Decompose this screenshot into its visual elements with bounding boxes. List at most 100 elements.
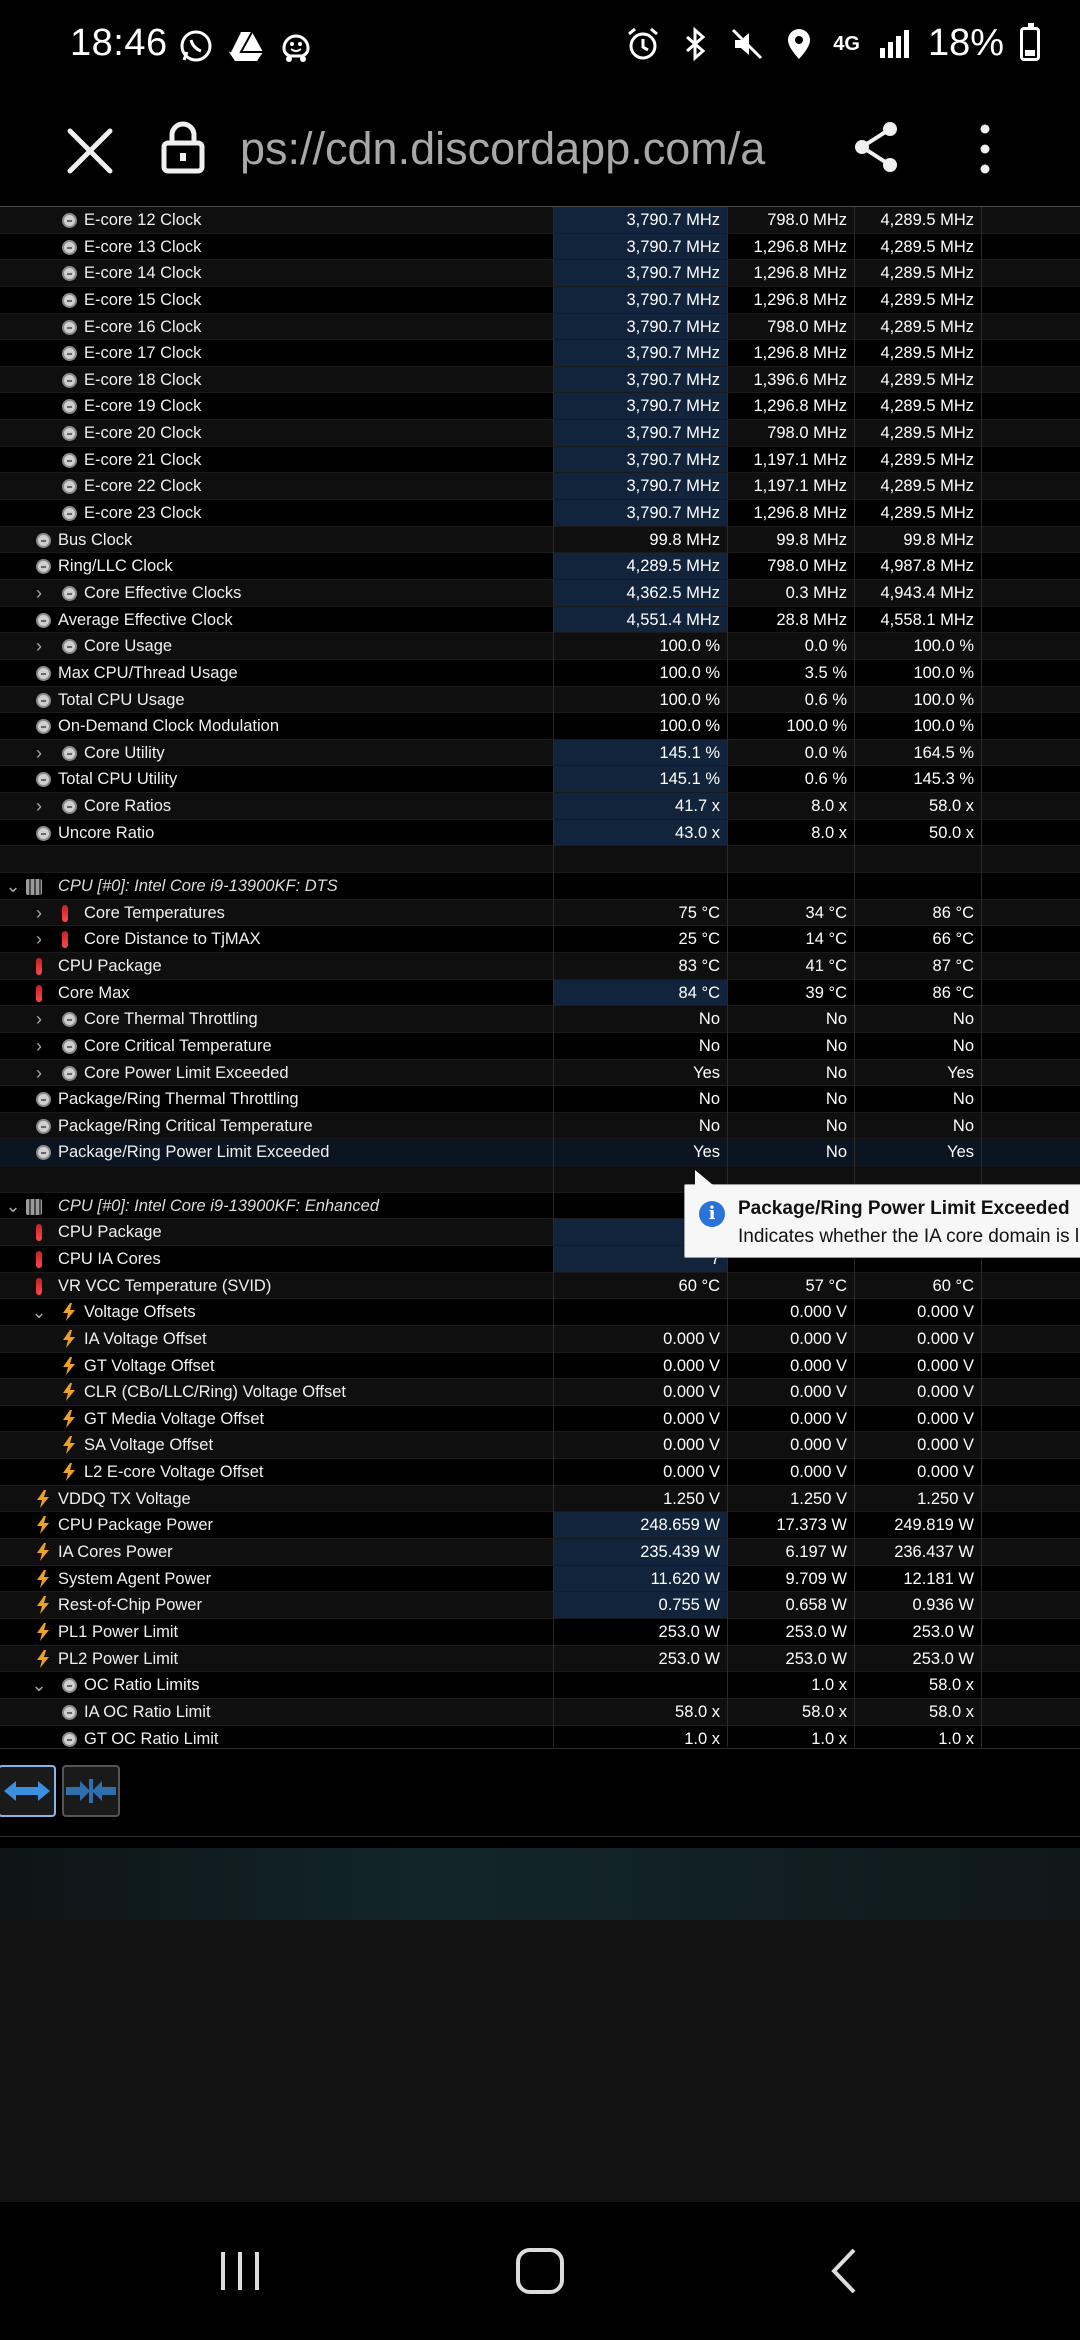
sensor-row[interactable]: Core Max 84 °C 39 °C 86 °C [0, 979, 1080, 1007]
chevron-right-icon[interactable]: › [30, 900, 48, 927]
chevron-down-icon[interactable]: ⌄ [30, 1299, 48, 1326]
maximum-value: No [952, 1036, 974, 1055]
lock-icon[interactable] [160, 119, 206, 175]
sensor-row[interactable]: › Core Critical Temperature No No No [0, 1032, 1080, 1060]
minimum-value: 6.197 W [785, 1543, 847, 1562]
sensor-row[interactable]: CPU Package Power 248.659 W 17.373 W 249.81… [0, 1512, 1080, 1540]
sensor-row[interactable]: CPU Package 83 °C 41 °C 87 °C [0, 952, 1080, 980]
minimum-value: 8.0 x [811, 823, 847, 842]
sensor-row[interactable]: E-core 16 Clock 3,790.7 MHz 798.0 MHz 4,289… [0, 313, 1080, 341]
sensor-row[interactable]: PL1 Power Limit 253.0 W 253.0 W 253.0 W [0, 1618, 1080, 1646]
chevron-right-icon[interactable]: › [30, 580, 48, 607]
minimum-value: 9.709 W [785, 1569, 847, 1588]
chevron-right-icon[interactable]: › [30, 1006, 48, 1033]
sensor-row[interactable]: › Core Utility 145.1 % 0.0 % 164.5 % [0, 739, 1080, 767]
sensor-row[interactable]: E-core 17 Clock 3,790.7 MHz 1,296.8 MHz 4,2… [0, 340, 1080, 367]
sensor-row[interactable]: E-core 20 Clock 3,790.7 MHz 798.0 MHz 4,289… [0, 420, 1080, 447]
sensor-row[interactable]: Max CPU/Thread Usage 100.0 % 3.5 % 100.0 % [0, 659, 1080, 687]
chevron-down-icon[interactable]: ⌄ [4, 1193, 22, 1220]
sensor-label: E-core 12 Clock [84, 211, 202, 229]
sensor-label: Core Distance to TjMAX [84, 930, 261, 949]
current-value: 100.0 % [659, 717, 720, 736]
sensor-row[interactable]: VDDQ TX Voltage 1.250 V 1.250 V 1.250 V [0, 1485, 1080, 1513]
maximum-value: 4,289.5 MHz [880, 317, 974, 336]
expand-columns-button[interactable] [0, 1765, 56, 1817]
chevron-right-icon[interactable]: › [30, 633, 48, 660]
share-icon[interactable] [852, 119, 902, 175]
sensor-row[interactable]: System Agent Power 11.620 W 9.709 W 12.181 … [0, 1565, 1080, 1593]
home-icon[interactable] [514, 2246, 566, 2296]
sensor-row[interactable]: Package/Ring Power Limit Exceeded Yes No Ye… [0, 1139, 1080, 1167]
sensor-row[interactable]: E-core 14 Clock 3,790.7 MHz 1,296.8 MHz 4,2… [0, 260, 1080, 287]
sensor-row[interactable]: Package/Ring Thermal Throttling No No No [0, 1086, 1080, 1113]
sensor-row[interactable]: › Core Thermal Throttling No No No [0, 1006, 1080, 1033]
current-value [553, 1299, 727, 1325]
minimum-value [727, 846, 854, 872]
sensor-label: Package/Ring Critical Temperature [58, 1116, 313, 1135]
sensor-row[interactable]: IA Voltage Offset 0.000 V 0.000 V 0.000 V [0, 1325, 1080, 1353]
sensor-row[interactable]: GT Media Voltage Offset 0.000 V 0.000 V 0.0… [0, 1405, 1080, 1433]
sensor-row[interactable]: E-core 22 Clock 3,790.7 MHz 1,197.1 MHz 4,2… [0, 473, 1080, 501]
sensor-row[interactable]: GT Voltage Offset 0.000 V 0.000 V 0.000 V [0, 1352, 1080, 1380]
current-value: 0.000 V [663, 1463, 720, 1482]
maximum-value: 86 °C [932, 983, 974, 1002]
sensor-row[interactable]: Uncore Ratio 43.0 x 8.0 x 50.0 x [0, 819, 1080, 847]
chevron-right-icon[interactable]: › [30, 793, 48, 820]
maximum-value: 249.819 W [894, 1516, 974, 1535]
maximum-value: 4,289.5 MHz [880, 290, 974, 309]
sensor-row[interactable]: › Core Distance to TjMAX 25 °C 14 °C 66 °C [0, 926, 1080, 953]
chevron-right-icon[interactable]: › [30, 740, 48, 767]
chevron-down-icon[interactable]: ⌄ [30, 1672, 48, 1699]
sensor-row[interactable]: Package/Ring Critical Temperature No No No [0, 1112, 1080, 1140]
sensor-row[interactable]: ⌄ Voltage Offsets 0.000 V 0.000 V [0, 1299, 1080, 1326]
sensor-row[interactable]: Ring/LLC Clock 4,289.5 MHz 798.0 MHz 4,987.… [0, 553, 1080, 580]
sensor-row[interactable]: › Core Usage 100.0 % 0.0 % 100.0 % [0, 633, 1080, 660]
collapse-columns-button[interactable] [62, 1765, 120, 1817]
sensor-row[interactable]: › Core Temperatures 75 °C 34 °C 86 °C [0, 899, 1080, 927]
sensor-row[interactable]: IA Cores Power 235.439 W 6.197 W 236.437 W [0, 1539, 1080, 1566]
close-icon[interactable] [62, 123, 118, 179]
sensor-group-header[interactable]: ⌄ CPU [#0]: Intel Core i9-13900KF: DTS [0, 873, 1080, 900]
sensor-row[interactable]: E-core 23 Clock 3,790.7 MHz 1,296.8 MHz 4,2… [0, 500, 1080, 527]
sensor-gauge-icon [62, 1065, 77, 1081]
sensor-row[interactable]: VR VCC Temperature (SVID) 60 °C 57 °C 60 °C [0, 1272, 1080, 1300]
sensor-row[interactable]: Rest-of-Chip Power 0.755 W 0.658 W 0.936 W [0, 1592, 1080, 1619]
sensor-row[interactable]: SA Voltage Offset 0.000 V 0.000 V 0.000 V [0, 1432, 1080, 1460]
sensor-row[interactable]: Average Effective Clock 4,551.4 MHz 28.8 M… [0, 606, 1080, 634]
sensor-row[interactable]: CLR (CBo/LLC/Ring) Voltage Offset 0.000 V… [0, 1379, 1080, 1406]
sensor-row[interactable]: › Core Effective Clocks 4,362.5 MHz 0.3 MHz… [0, 579, 1080, 607]
chevron-right-icon[interactable]: › [30, 926, 48, 953]
horizontal-scroll-area[interactable] [0, 1848, 1080, 1920]
location-icon [788, 28, 811, 59]
clock-time: 18:46 [70, 22, 168, 64]
sensor-row[interactable]: E-core 18 Clock 3,790.7 MHz 1,396.6 MHz 4,2… [0, 366, 1080, 394]
column-divider [553, 207, 554, 1747]
current-value: 235.439 W [553, 1539, 727, 1565]
minimum-value: 253.0 W [785, 1622, 847, 1641]
sensor-row[interactable]: L2 E-core Voltage Offset 0.000 V 0.000 V 0.… [0, 1459, 1080, 1486]
sensor-row[interactable]: Bus Clock 99.8 MHz 99.8 MHz 99.8 MHz [0, 526, 1080, 554]
sensor-row[interactable]: E-core 15 Clock 3,790.7 MHz 1,296.8 MHz 4,2… [0, 286, 1080, 314]
sensor-row[interactable]: On-Demand Clock Modulation 100.0 % 100.0 %… [0, 713, 1080, 740]
chevron-down-icon[interactable]: ⌄ [4, 873, 22, 900]
maximum-value: 0.000 V [917, 1356, 974, 1375]
recents-icon[interactable] [215, 2246, 265, 2296]
sensor-row[interactable]: ⌄ OC Ratio Limits 1.0 x 58.0 x [0, 1672, 1080, 1699]
chevron-right-icon[interactable]: › [30, 1033, 48, 1060]
sensor-row[interactable]: E-core 13 Clock 3,790.7 MHz 1,296.8 MHz 4,2… [0, 233, 1080, 261]
sensor-row[interactable]: E-core 12 Clock 3,790.7 MHz 798.0 MHz 4,289… [0, 207, 1080, 234]
sensor-row[interactable]: › Core Ratios 41.7 x 8.0 x 58.0 x [0, 793, 1080, 820]
sensor-row[interactable]: Total CPU Usage 100.0 % 0.6 % 100.0 % [0, 686, 1080, 714]
sensor-row[interactable]: IA OC Ratio Limit 58.0 x 58.0 x 58.0 x [0, 1698, 1080, 1726]
sensor-row[interactable]: › Core Power Limit Exceeded Yes No Yes [0, 1059, 1080, 1087]
chevron-right-icon[interactable]: › [30, 1060, 48, 1087]
back-icon[interactable] [826, 2246, 866, 2296]
sensor-row[interactable]: PL2 Power Limit 253.0 W 253.0 W 253.0 W [0, 1645, 1080, 1673]
sensor-label: GT Voltage Offset [84, 1356, 215, 1375]
more-vert-icon[interactable] [970, 119, 1000, 179]
navigation-bar [0, 2202, 1080, 2340]
url-bar[interactable]: ps://cdn.discordapp.com/a [240, 119, 815, 179]
sensor-row[interactable]: Total CPU Utility 145.1 % 0.6 % 145.3 % [0, 766, 1080, 794]
sensor-row[interactable]: E-core 19 Clock 3,790.7 MHz 1,296.8 MHz 4,2… [0, 393, 1080, 421]
sensor-row[interactable]: E-core 21 Clock 3,790.7 MHz 1,197.1 MHz 4,2… [0, 446, 1080, 474]
